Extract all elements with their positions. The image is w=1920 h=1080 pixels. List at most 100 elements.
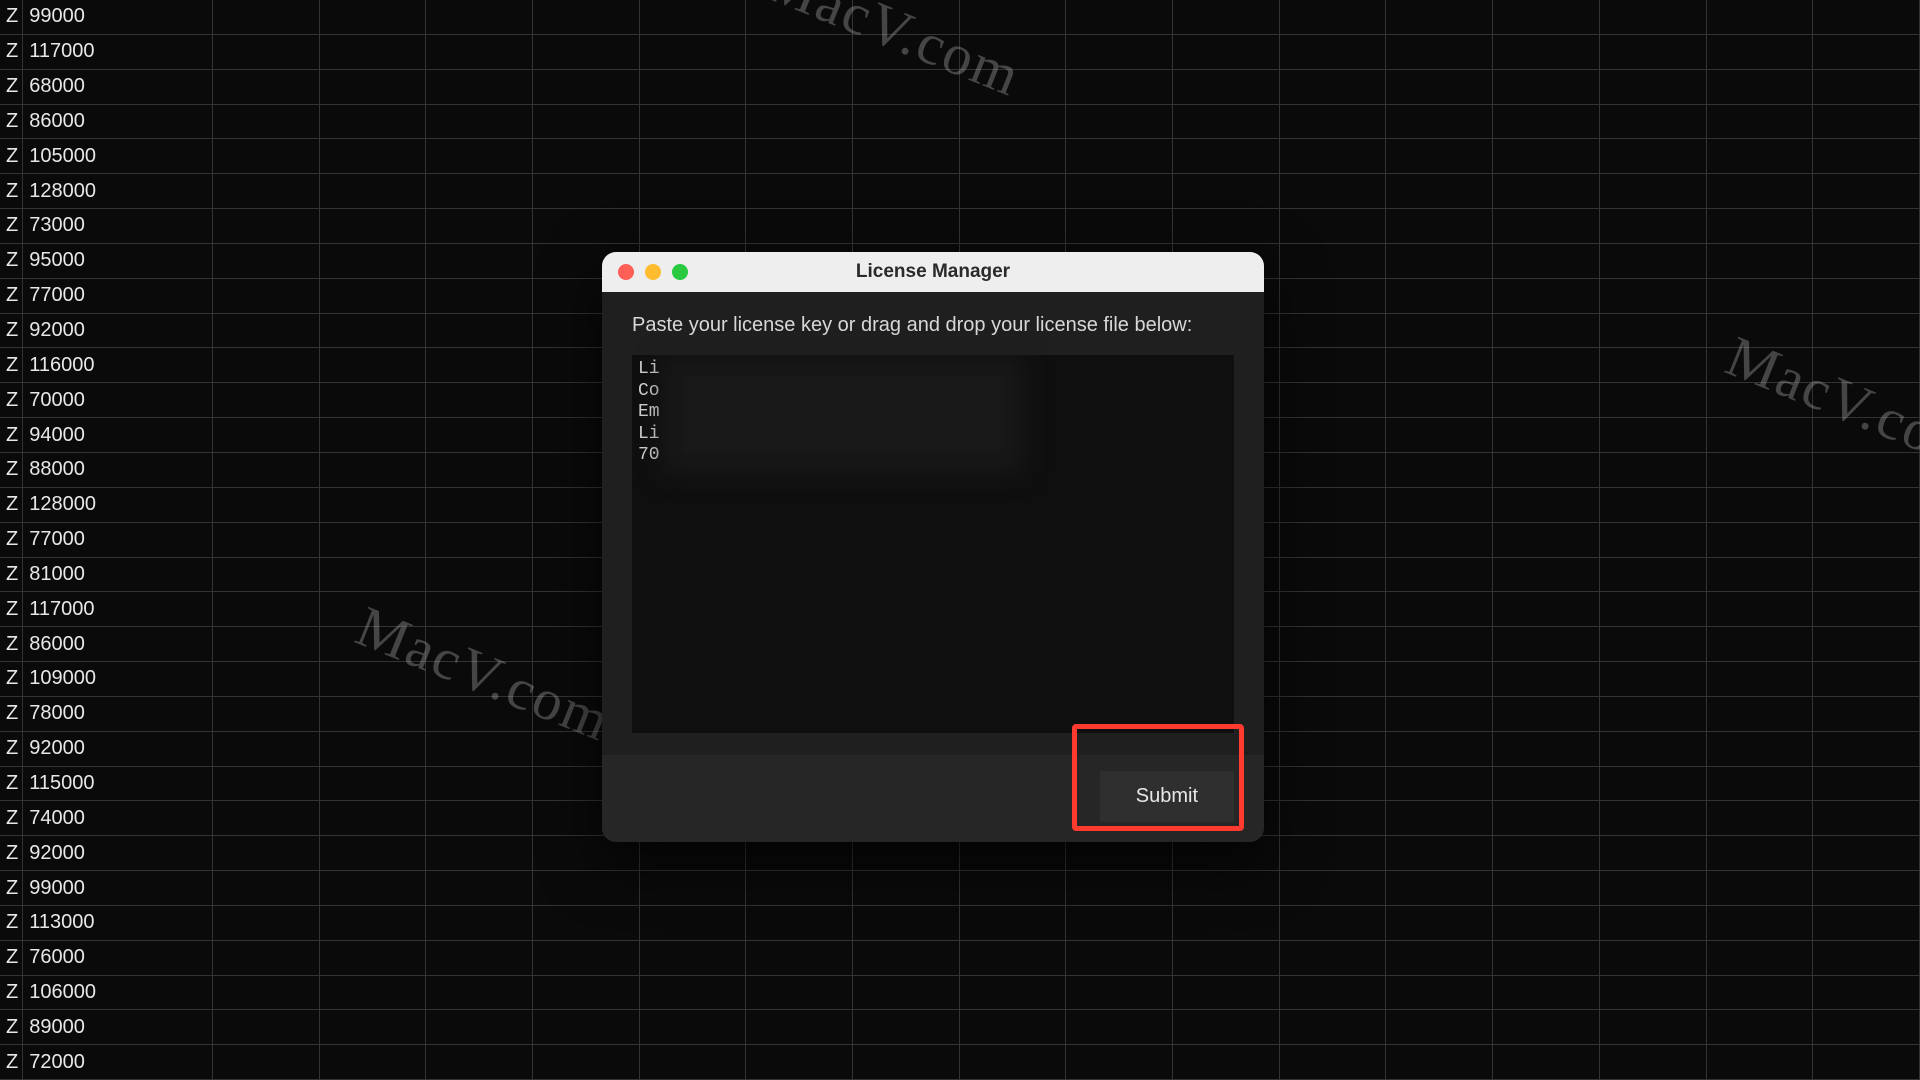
cell[interactable] — [1386, 697, 1493, 731]
titlebar[interactable]: License Manager — [602, 252, 1264, 292]
cell[interactable]: Z — [0, 767, 23, 801]
cell[interactable] — [1386, 70, 1493, 104]
cell[interactable] — [1600, 976, 1707, 1010]
cell[interactable] — [1813, 697, 1920, 731]
table-row[interactable]: Z106000 — [0, 976, 1920, 1011]
cell[interactable] — [1386, 0, 1493, 34]
cell[interactable] — [746, 70, 853, 104]
cell[interactable] — [1173, 174, 1280, 208]
cell[interactable] — [1280, 697, 1387, 731]
cell[interactable] — [1280, 174, 1387, 208]
cell[interactable] — [1600, 697, 1707, 731]
cell[interactable] — [960, 105, 1067, 139]
cell[interactable] — [213, 871, 320, 905]
cell[interactable] — [213, 418, 320, 452]
cell[interactable] — [640, 871, 747, 905]
cell[interactable]: 78000 — [23, 697, 213, 731]
cell[interactable] — [1813, 105, 1920, 139]
cell[interactable] — [1600, 0, 1707, 34]
cell[interactable] — [1600, 418, 1707, 452]
cell[interactable] — [1386, 348, 1493, 382]
cell[interactable] — [1386, 488, 1493, 522]
cell[interactable] — [1600, 244, 1707, 278]
cell[interactable] — [1280, 801, 1387, 835]
cell[interactable] — [426, 348, 533, 382]
cell[interactable] — [320, 174, 427, 208]
cell[interactable] — [1493, 767, 1600, 801]
cell[interactable] — [1813, 906, 1920, 940]
cell[interactable] — [640, 174, 747, 208]
table-row[interactable]: Z105000 — [0, 139, 1920, 174]
cell[interactable]: Z — [0, 383, 23, 417]
cell[interactable]: Z — [0, 139, 23, 173]
cell[interactable] — [1813, 1010, 1920, 1044]
cell[interactable] — [533, 1010, 640, 1044]
table-row[interactable]: Z117000 — [0, 35, 1920, 70]
cell[interactable] — [1493, 627, 1600, 661]
cell[interactable] — [1707, 592, 1814, 626]
cell[interactable] — [746, 976, 853, 1010]
cell[interactable] — [853, 139, 960, 173]
cell[interactable] — [640, 941, 747, 975]
cell[interactable] — [533, 105, 640, 139]
cell[interactable] — [640, 906, 747, 940]
cell[interactable]: 109000 — [23, 662, 213, 696]
cell[interactable] — [1600, 488, 1707, 522]
cell[interactable] — [1707, 697, 1814, 731]
cell[interactable] — [1280, 523, 1387, 557]
cell[interactable] — [533, 174, 640, 208]
cell[interactable]: Z — [0, 836, 23, 870]
cell[interactable] — [960, 70, 1067, 104]
cell[interactable] — [1386, 35, 1493, 69]
cell[interactable]: 99000 — [23, 871, 213, 905]
cell[interactable] — [320, 732, 427, 766]
cell[interactable] — [1600, 174, 1707, 208]
cell[interactable] — [1066, 1045, 1173, 1079]
cell[interactable] — [1600, 314, 1707, 348]
cell[interactable] — [960, 871, 1067, 905]
cell[interactable] — [746, 871, 853, 905]
cell[interactable] — [213, 348, 320, 382]
cell[interactable] — [1707, 139, 1814, 173]
cell[interactable] — [213, 139, 320, 173]
cell[interactable] — [640, 70, 747, 104]
cell[interactable]: 106000 — [23, 976, 213, 1010]
cell[interactable] — [1066, 871, 1173, 905]
cell[interactable] — [1493, 1045, 1600, 1079]
cell[interactable] — [746, 35, 853, 69]
cell[interactable]: 113000 — [23, 906, 213, 940]
cell[interactable] — [1386, 1010, 1493, 1044]
cell[interactable] — [320, 209, 427, 243]
cell[interactable] — [1493, 174, 1600, 208]
cell[interactable] — [320, 871, 427, 905]
cell[interactable] — [1386, 105, 1493, 139]
cell[interactable] — [1600, 767, 1707, 801]
cell[interactable] — [1813, 279, 1920, 313]
cell[interactable] — [320, 35, 427, 69]
cell[interactable] — [1493, 453, 1600, 487]
cell[interactable] — [1493, 1010, 1600, 1044]
cell[interactable] — [1600, 279, 1707, 313]
cell[interactable] — [1173, 906, 1280, 940]
cell[interactable] — [1280, 558, 1387, 592]
cell[interactable]: Z — [0, 732, 23, 766]
cell[interactable] — [1707, 453, 1814, 487]
cell[interactable] — [1707, 801, 1814, 835]
cell[interactable]: Z — [0, 244, 23, 278]
cell[interactable] — [320, 976, 427, 1010]
cell[interactable]: Z — [0, 314, 23, 348]
cell[interactable] — [533, 1045, 640, 1079]
cell[interactable] — [1493, 314, 1600, 348]
cell[interactable] — [960, 209, 1067, 243]
cell[interactable]: 128000 — [23, 488, 213, 522]
cell[interactable] — [640, 209, 747, 243]
cell[interactable] — [1066, 35, 1173, 69]
cell[interactable] — [426, 558, 533, 592]
cell[interactable] — [1066, 976, 1173, 1010]
cell[interactable] — [1066, 139, 1173, 173]
cell[interactable] — [1280, 314, 1387, 348]
cell[interactable]: 88000 — [23, 453, 213, 487]
cell[interactable] — [1707, 105, 1814, 139]
minimize-icon[interactable] — [645, 264, 661, 280]
cell[interactable] — [1493, 941, 1600, 975]
